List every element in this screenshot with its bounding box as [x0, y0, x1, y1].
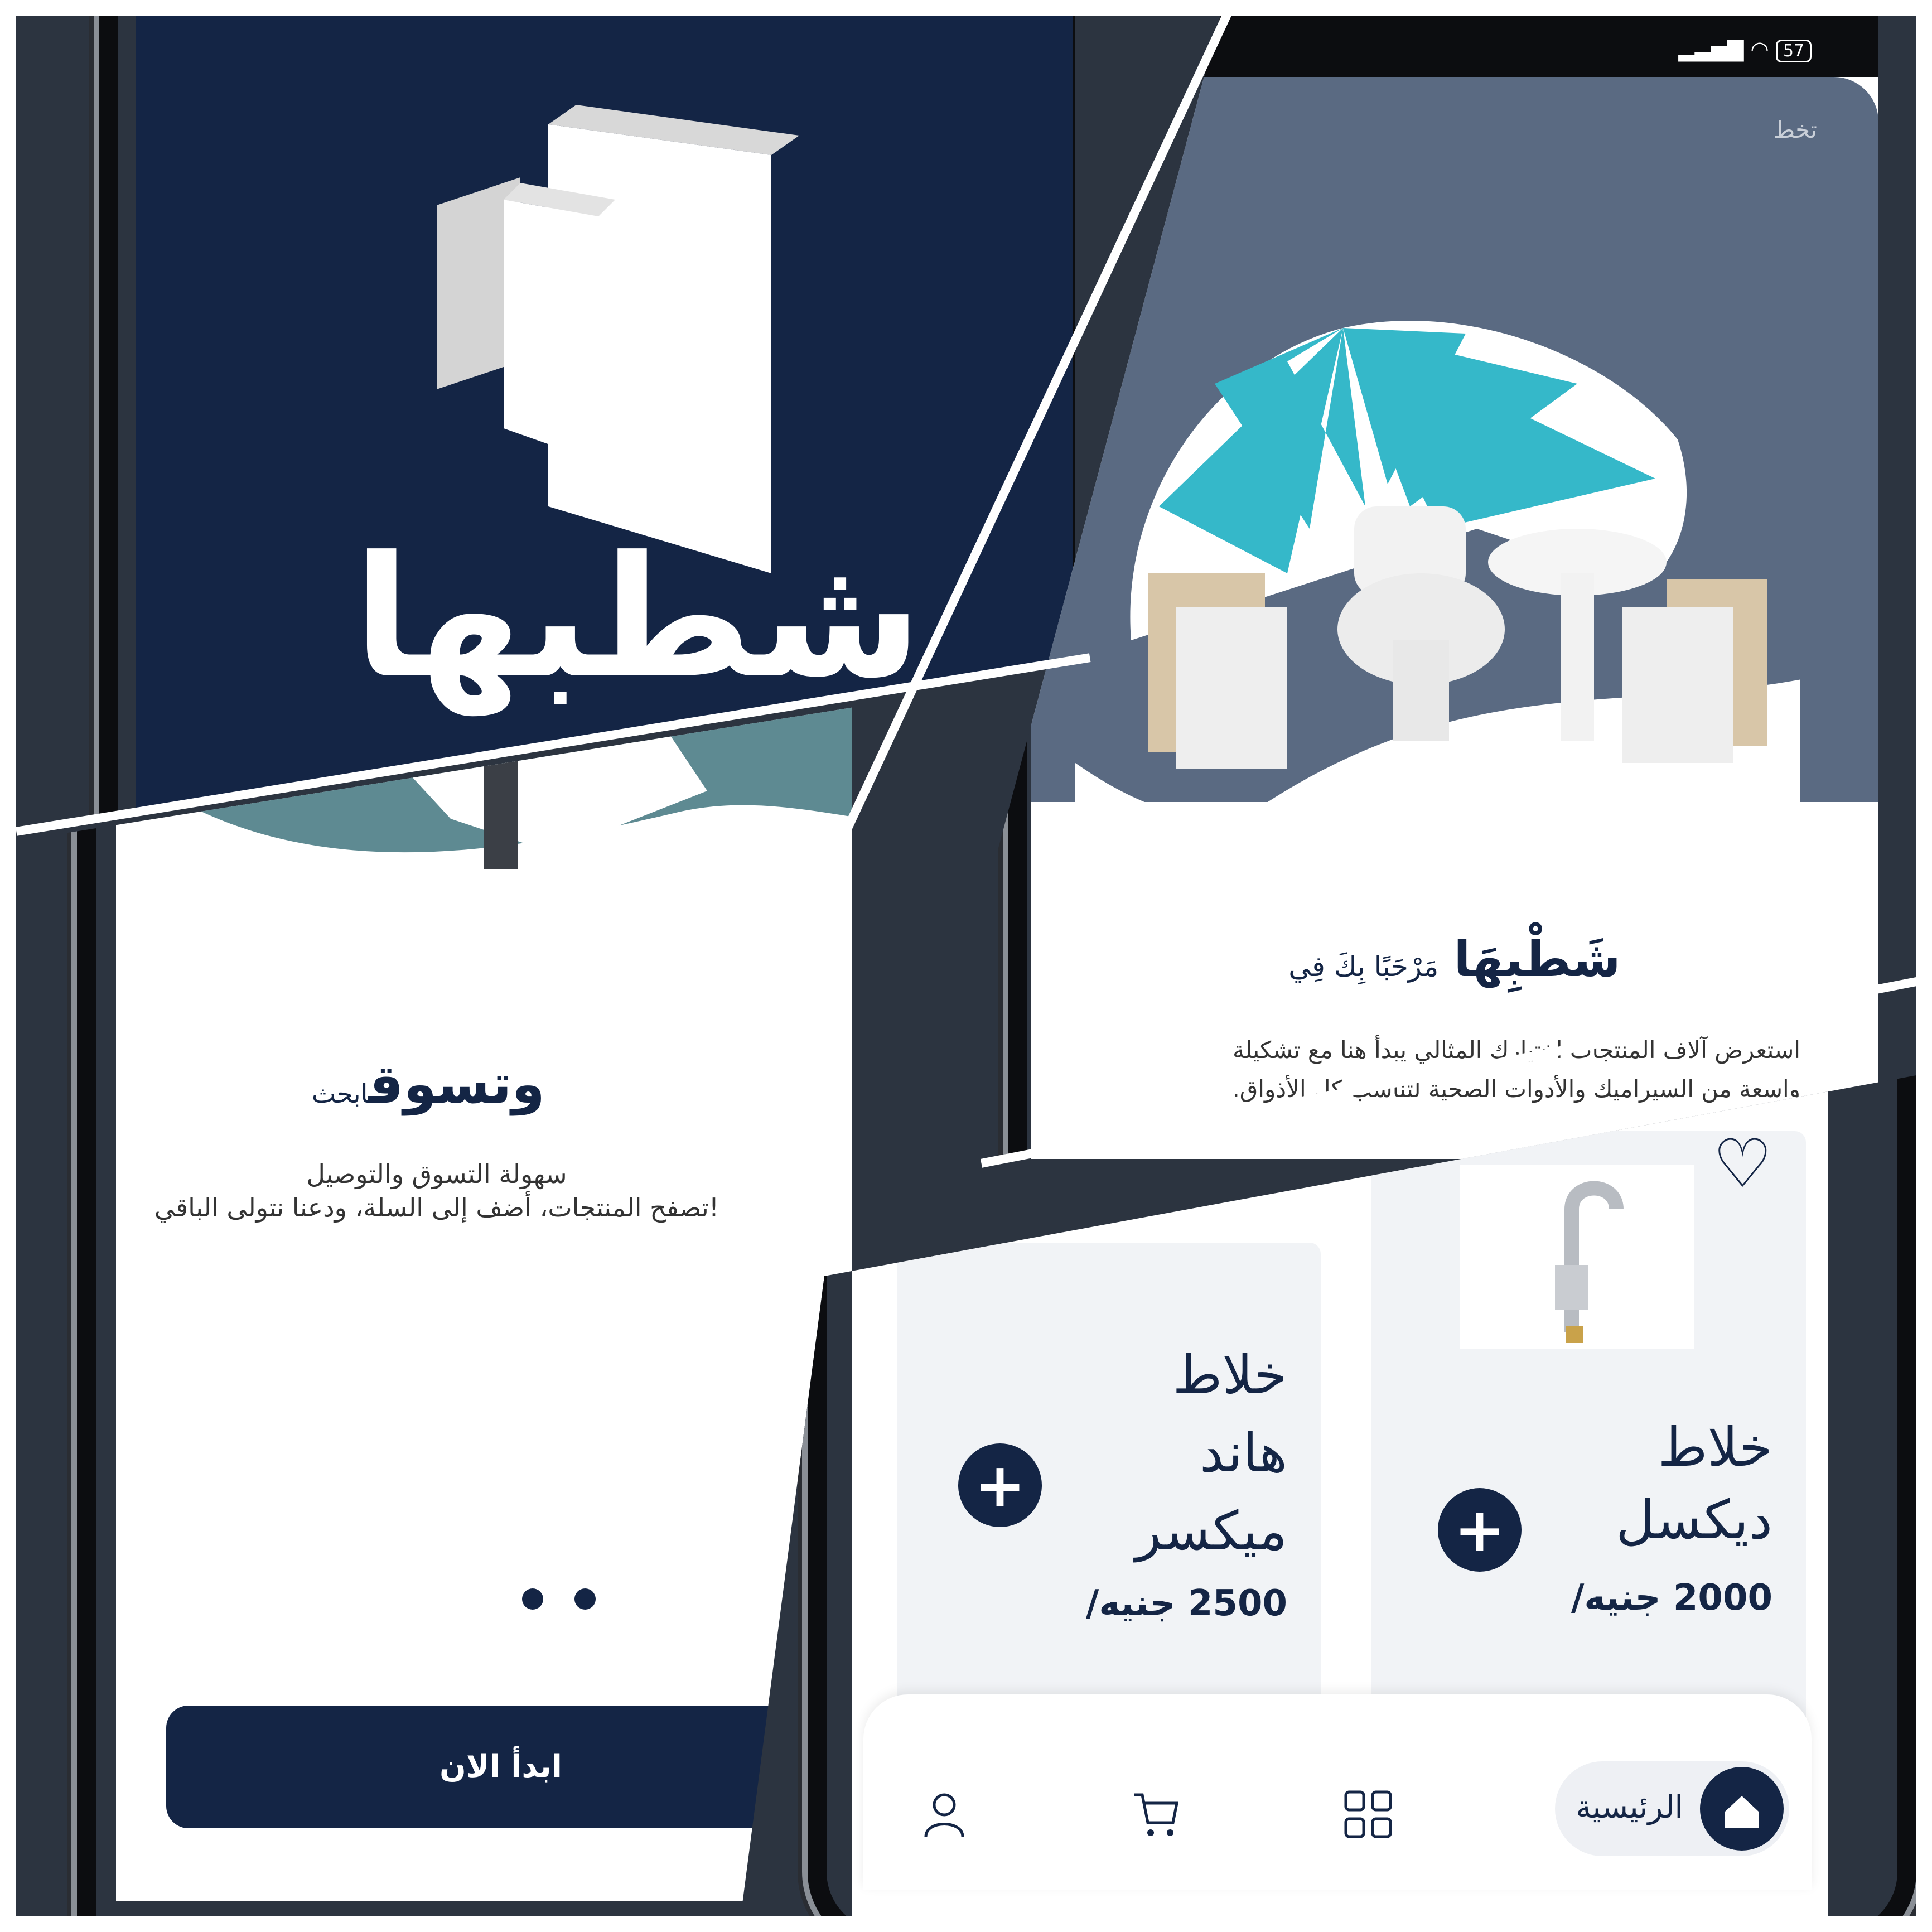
product-name-line2: ديكسل — [1616, 1489, 1772, 1551]
battery-icon: 57 — [1775, 40, 1812, 62]
heart-icon[interactable]: ♡ — [1712, 1126, 1772, 1203]
welcome-heading: شَطْبِهَا مَرْحَبًا بِكَ فِي — [1031, 930, 1878, 988]
bathroom-umbrella-illustration — [1075, 320, 1800, 830]
welcome-panel: ▂▃▅▇ ◠ 57 تخط شَطْبِهَا مَرْحَبًا بِكَ ف… — [997, 16, 1916, 1159]
splash-screen: شطبها — [136, 16, 1073, 830]
welcome-brand: شَطْبِهَا — [1453, 930, 1621, 988]
welcome-description-2: واسعة من السيراميك والأدوات الصحية لتناس… — [1232, 1075, 1800, 1103]
start-now-button[interactable]: ابدأ الان — [166, 1706, 835, 1828]
page-dot[interactable] — [522, 1588, 543, 1610]
product-price: 2000 جنيه/ — [1571, 1577, 1772, 1619]
nav-home-label: الرئيسية — [1576, 1789, 1683, 1825]
onboarding-title: وتسوقابحث — [116, 1053, 730, 1115]
page-indicator — [506, 1588, 611, 1612]
add-to-cart-button[interactable]: + — [1438, 1488, 1522, 1572]
product-name-line1: خلاط — [1658, 1416, 1772, 1479]
add-to-cart-button[interactable]: + — [958, 1443, 1042, 1527]
onboarding-subtitle-1: سهولة التسوق والتوصيل — [306, 1159, 567, 1189]
wifi-icon: ◠ — [1750, 37, 1769, 61]
product-name-line1: خلاط — [1172, 1344, 1287, 1406]
welcome-small: مَرْحَبًا بِكَ فِي — [1288, 950, 1439, 983]
product-card[interactable]: ♡ خلاط ديكسل 2000 جنيه/ + — [1371, 1126, 1806, 1756]
product-name-line3: ميكسر — [1135, 1500, 1287, 1562]
profile-icon[interactable] — [919, 1789, 969, 1839]
onboarding-subtitle-2: تصفح المنتجات، أضف إلى السلة، ودعنا نتول… — [154, 1192, 719, 1223]
bottom-nav: الرئيسية — [863, 1694, 1812, 1890]
brand-wordmark: شطبها — [352, 520, 922, 715]
onboarding-panel: وتسوقابحث سهولة التسوق والتوصيل تصفح الم… — [16, 674, 852, 1916]
home-icon — [1700, 1767, 1784, 1851]
product-name-line2: هاند — [1200, 1422, 1287, 1484]
status-icons: ▂▃▅▇ ◠ 57 — [1678, 37, 1812, 62]
grid-icon[interactable] — [1343, 1789, 1393, 1839]
product-card[interactable]: خلاط هاند ميكسر 2500 جنيه/ + — [897, 1243, 1321, 1756]
nav-home[interactable]: الرئيسية — [1555, 1761, 1789, 1856]
faucet-image — [1460, 1165, 1694, 1349]
onboarding-screen: وتسوقابحث سهولة التسوق والتوصيل تصفح الم… — [116, 674, 852, 1901]
onboarding-title-bold: وتسوق — [368, 1053, 545, 1115]
products-screen: ♡ خلاط ديكسل 2000 جنيه/ + خلاط هاند ميكس… — [852, 1075, 1828, 1916]
welcome-description-1: استعرض آلاف المنتجات اختيارك المثالي يبد… — [1233, 1036, 1800, 1064]
signal-icon: ▂▃▅▇ — [1678, 37, 1744, 61]
status-bar: ▂▃▅▇ ◠ 57 — [1031, 16, 1878, 77]
faucet-icon — [1555, 1181, 1624, 1343]
onboarding-title-small: ابحث — [311, 1079, 369, 1109]
product-price: 2500 جنيه/ — [1086, 1583, 1287, 1624]
products-panel: ♡ خلاط ديكسل 2000 جنيه/ + خلاط هاند ميكس… — [741, 1075, 1916, 1916]
welcome-screen: ▂▃▅▇ ◠ 57 تخط شَطْبِهَا مَرْحَبًا بِكَ ف… — [1031, 16, 1878, 1159]
cart-icon[interactable] — [1131, 1789, 1181, 1839]
collage: شطبها وتسوقابحث سهولة التسوق والتوصيل تص… — [16, 16, 1916, 1916]
page-dot[interactable] — [574, 1588, 596, 1610]
splash-panel: شطبها — [16, 16, 1075, 830]
skip-link[interactable]: تخط — [1773, 116, 1817, 143]
